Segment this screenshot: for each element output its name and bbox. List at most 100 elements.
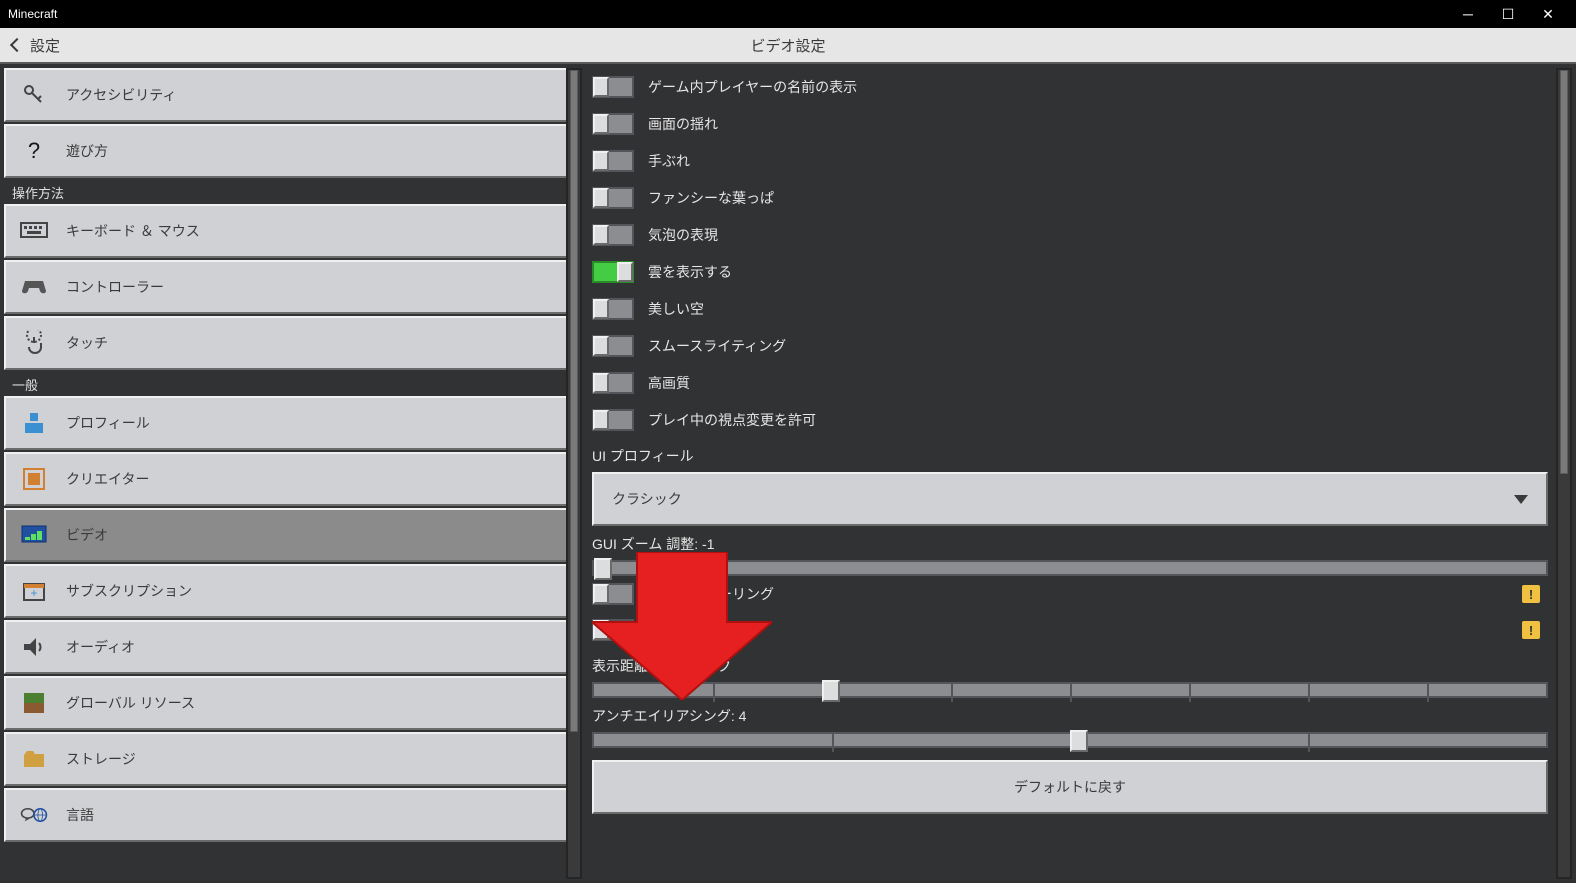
- sidebar-scrollbar-thumb[interactable]: [570, 70, 578, 732]
- page-header: 設定 ビデオ設定: [0, 28, 1576, 64]
- sidebar-item-audio[interactable]: オーディオ: [4, 620, 580, 674]
- toggle-row: ゲーム内プレイヤーの名前の表示: [592, 68, 1568, 105]
- setting-toggle[interactable]: [592, 335, 634, 357]
- sidebar-section-general: 一般: [4, 372, 580, 396]
- setting-toggle[interactable]: [592, 261, 634, 283]
- sidebar-item-language[interactable]: 言語: [4, 788, 580, 842]
- resource-icon: [20, 689, 48, 717]
- keyboard-icon: [20, 217, 48, 245]
- settings-panel: ゲーム内プレイヤーの名前の表示画面の揺れ手ぶれファンシーな葉っぱ気泡の表現雲を表…: [584, 64, 1576, 883]
- sidebar-item-label: 遊び方: [66, 141, 108, 161]
- toggle-label: ゲーム内プレイヤーの名前の表示: [648, 77, 857, 97]
- render-distance-slider[interactable]: [592, 682, 1548, 698]
- toggle-knob: [617, 262, 633, 282]
- render-distance-label: 表示距離: 24 チャンク: [592, 656, 1568, 676]
- toggle-row: 手ぶれ: [592, 142, 1568, 179]
- chevron-down-icon: [1514, 495, 1528, 504]
- ui-profile-dropdown[interactable]: クラシック: [592, 472, 1548, 526]
- setting-toggle[interactable]: [592, 224, 634, 246]
- audio-icon: [20, 633, 48, 661]
- toggle-label: 画面の揺れ: [648, 114, 718, 134]
- toggle-label: 高画質: [648, 373, 690, 393]
- sidebar-item-profile[interactable]: プロフィール: [4, 396, 580, 450]
- sidebar-item-label: オーディオ: [66, 637, 135, 657]
- setting-toggle[interactable]: [592, 76, 634, 98]
- upscaling-row: アップスケーリング !: [592, 576, 1568, 612]
- window-titlebar: Minecraft ─ ☐ ✕: [0, 0, 1576, 28]
- sidebar-item-howtoplay[interactable]: ? 遊び方: [4, 124, 580, 178]
- raytracing-toggle[interactable]: [592, 619, 634, 641]
- language-icon: [20, 801, 48, 829]
- setting-toggle[interactable]: [592, 298, 634, 320]
- video-icon: [20, 521, 48, 549]
- maximize-button[interactable]: ☐: [1488, 0, 1528, 28]
- sidebar-section-controls: 操作方法: [4, 180, 580, 204]
- sidebar-item-label: ストレージ: [66, 749, 136, 769]
- setting-toggle[interactable]: [592, 187, 634, 209]
- toggle-row: 画面の揺れ: [592, 105, 1568, 142]
- reset-defaults-button[interactable]: デフォルトに戻す: [592, 760, 1548, 814]
- toggle-knob: [593, 77, 609, 97]
- toggle-row: ファンシーな葉っぱ: [592, 179, 1568, 216]
- minimize-button[interactable]: ─: [1448, 0, 1488, 28]
- sidebar-item-video[interactable]: ビデオ: [4, 508, 580, 562]
- sidebar-item-global-resource[interactable]: グローバル リソース: [4, 676, 580, 730]
- gui-zoom-slider[interactable]: [592, 560, 1548, 576]
- sidebar: アクセシビリティ ? 遊び方 操作方法 キーボード ＆ マウス コントローラー: [0, 64, 584, 883]
- toggle-knob: [593, 373, 609, 393]
- gamepad-icon: [20, 273, 48, 301]
- svg-text:+: +: [30, 586, 37, 600]
- toggle-row: スムースライティング: [592, 327, 1568, 364]
- antialiasing-slider[interactable]: [592, 732, 1548, 748]
- sidebar-item-keyboard[interactable]: キーボード ＆ マウス: [4, 204, 580, 258]
- raytracing-row: レイトレーシング !: [592, 612, 1568, 648]
- ui-profile-label: UI プロフィール: [592, 446, 1568, 466]
- back-button[interactable]: 設定: [12, 35, 60, 56]
- setting-toggle[interactable]: [592, 150, 634, 172]
- setting-toggle[interactable]: [592, 409, 634, 431]
- toggle-label: 美しい空: [648, 299, 704, 319]
- toggle-label: 手ぶれ: [648, 151, 690, 171]
- sidebar-item-touch[interactable]: タッチ: [4, 316, 580, 370]
- toggle-knob: [593, 584, 609, 604]
- sidebar-item-label: キーボード ＆ マウス: [66, 221, 200, 241]
- storage-icon: [20, 745, 48, 773]
- question-icon: ?: [20, 137, 48, 165]
- chevron-left-icon: [10, 38, 24, 52]
- settings-scrollbar[interactable]: [1556, 68, 1572, 879]
- key-icon: [20, 81, 48, 109]
- sidebar-item-storage[interactable]: ストレージ: [4, 732, 580, 786]
- info-icon[interactable]: !: [1522, 621, 1540, 639]
- toggle-row: 雲を表示する: [592, 253, 1568, 290]
- sidebar-item-label: タッチ: [66, 333, 108, 353]
- sidebar-item-controller[interactable]: コントローラー: [4, 260, 580, 314]
- toggle-row: 高画質: [592, 364, 1568, 401]
- upscaling-label: アップスケーリング: [648, 584, 774, 604]
- close-button[interactable]: ✕: [1528, 0, 1568, 28]
- antialiasing-slider-knob[interactable]: [1070, 730, 1088, 752]
- subscription-icon: +: [20, 577, 48, 605]
- sidebar-item-label: サブスクリプション: [66, 581, 192, 601]
- sidebar-item-subscription[interactable]: + サブスクリプション: [4, 564, 580, 618]
- sidebar-scrollbar[interactable]: [566, 68, 582, 879]
- sidebar-item-label: プロフィール: [66, 413, 150, 433]
- render-distance-slider-knob[interactable]: [822, 680, 840, 702]
- toggle-knob: [593, 188, 609, 208]
- info-icon[interactable]: !: [1522, 585, 1540, 603]
- sidebar-item-creator[interactable]: クリエイター: [4, 452, 580, 506]
- sidebar-item-accessibility[interactable]: アクセシビリティ: [4, 68, 580, 122]
- setting-toggle[interactable]: [592, 113, 634, 135]
- settings-scrollbar-thumb[interactable]: [1560, 70, 1568, 474]
- toggle-knob: [593, 114, 609, 134]
- reset-defaults-label: デフォルトに戻す: [1014, 777, 1126, 797]
- slider-ticks: [594, 682, 1546, 702]
- sidebar-item-label: ビデオ: [66, 525, 108, 545]
- antialiasing-label: アンチエイリアシング: 4: [592, 706, 1568, 726]
- setting-toggle[interactable]: [592, 372, 634, 394]
- page-title: ビデオ設定: [750, 35, 825, 56]
- sidebar-item-label: アクセシビリティ: [66, 85, 176, 105]
- upscaling-toggle[interactable]: [592, 583, 634, 605]
- toggle-row: 美しい空: [592, 290, 1568, 327]
- touch-icon: [20, 329, 48, 357]
- toggle-knob: [593, 299, 609, 319]
